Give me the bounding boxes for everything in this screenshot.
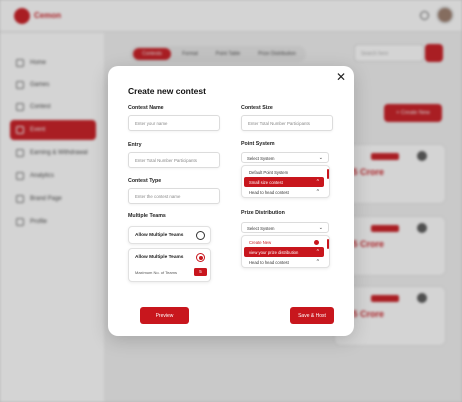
chevron-down-icon: ⌄ [318,225,323,231]
option-head-to-head[interactable]: Head to head contest ^ [244,257,324,267]
contest-size-label: Contest Size [241,105,273,111]
contest-name-label: Contest Name [128,105,164,111]
chevron-up-icon: ^ [316,258,319,265]
option-default-point-system[interactable]: Default Point System [244,167,324,177]
max-teams-label: Maximum No. of Teams [135,270,177,275]
point-system-label: Point System [241,141,275,147]
scrollbar[interactable] [327,169,329,179]
allow-multiple-teams-option-selected[interactable]: Allow Multiple Teams Maximum No. of Team… [128,248,211,282]
option-small-size-contest[interactable]: Small size contest ^ [244,177,324,187]
prize-distribution-dropdown: Create New view your prize distribution ^… [241,235,330,268]
option-view-prize-distribution[interactable]: view your prize distribution ^ [244,247,324,257]
contest-type-input[interactable]: Enter the contest name [128,188,220,204]
chevron-up-icon: ^ [316,178,319,185]
entry-input[interactable]: Enter Total Number Participants [128,152,220,168]
option-head-to-head[interactable]: Head to head contest ^ [244,187,324,197]
allow-multiple-teams-option[interactable]: Allow Multiple Teams [128,226,211,244]
entry-label: Entry [128,142,142,148]
radio-unselected[interactable] [196,231,205,240]
preview-button[interactable]: Preview [140,307,189,324]
multiple-teams-label: Multiple Teams [128,213,166,219]
option-create-new[interactable]: Create New [244,237,324,247]
close-icon[interactable]: ✕ [334,70,348,84]
prize-distribution-label: Prize Distribution [241,210,285,216]
chevron-up-icon: ^ [316,188,319,195]
point-system-dropdown: Default Point System Small size contest ^… [241,165,330,198]
modal-title: Create new contest [128,86,206,96]
chevron-down-icon: ⌄ [318,155,323,161]
contest-size-input[interactable]: Enter Total Number Participants [241,115,333,131]
prize-distribution-select[interactable]: Select System ⌄ [241,222,329,233]
radio-selected[interactable] [196,253,205,262]
contest-type-label: Contest Type [128,178,162,184]
create-contest-modal: Create new contest ✕ Contest Name Enter … [108,66,354,336]
point-system-select[interactable]: Select System ⌄ [241,152,329,163]
scrollbar[interactable] [327,239,329,249]
max-teams-stepper[interactable]: 5 [194,268,207,276]
contest-name-input[interactable]: Enter your name [128,115,220,131]
save-host-button[interactable]: Save & Host [290,307,334,324]
add-icon [314,239,319,245]
chevron-up-icon: ^ [316,248,319,255]
